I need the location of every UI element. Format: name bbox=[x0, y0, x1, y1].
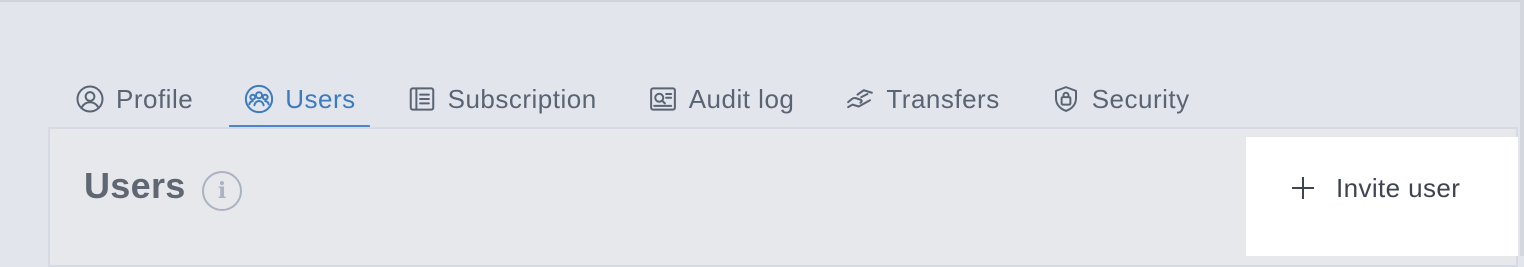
tab-users-label: Users bbox=[285, 83, 356, 114]
tab-subscription-label: Subscription bbox=[447, 83, 597, 114]
tab-users[interactable]: Users bbox=[229, 70, 371, 129]
tab-audit-log[interactable]: Audit log bbox=[633, 70, 809, 128]
plus-icon bbox=[1286, 171, 1320, 205]
subscription-list-icon bbox=[406, 83, 438, 115]
tab-security[interactable]: Security bbox=[1036, 70, 1204, 128]
tab-audit-log-label: Audit log bbox=[688, 83, 795, 114]
tab-subscription[interactable]: Subscription bbox=[392, 70, 611, 128]
top-border bbox=[0, 0, 1520, 2]
page-title: Users bbox=[84, 165, 186, 206]
tab-transfers-label: Transfers bbox=[886, 83, 1000, 114]
shield-lock-icon bbox=[1050, 83, 1082, 115]
tab-profile[interactable]: Profile bbox=[60, 70, 207, 128]
right-border bbox=[1520, 0, 1524, 256]
tab-security-label: Security bbox=[1091, 83, 1190, 114]
invite-area: Invite user bbox=[1246, 137, 1518, 256]
tab-transfers[interactable]: Transfers bbox=[830, 70, 1013, 128]
info-icon[interactable]: i bbox=[202, 171, 242, 211]
users-group-icon bbox=[243, 83, 275, 115]
tab-profile-label: Profile bbox=[116, 83, 194, 114]
audit-log-icon bbox=[647, 83, 679, 115]
invite-user-label: Invite user bbox=[1336, 172, 1461, 203]
settings-tabs: Profile Users Subscription Audit log Tra… bbox=[60, 70, 1226, 129]
user-circle-icon bbox=[74, 83, 106, 115]
transfers-icon bbox=[844, 83, 876, 115]
invite-user-button[interactable]: Invite user bbox=[1286, 171, 1460, 205]
